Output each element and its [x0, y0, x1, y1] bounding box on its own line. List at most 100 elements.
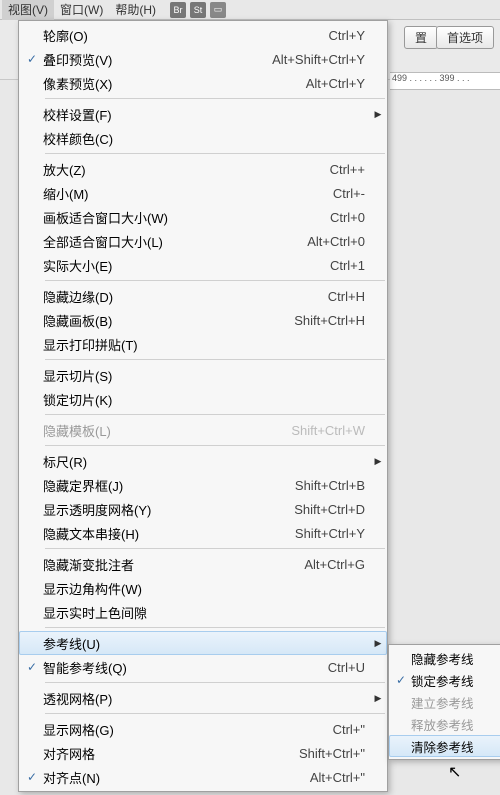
view-menu-item[interactable]: 画板适合窗口大小(W)Ctrl+0: [19, 205, 387, 229]
menubar: 视图(V) 窗口(W) 帮助(H) Br St ▭: [0, 0, 500, 20]
menu-item-label: 隐藏渐变批注者: [43, 555, 304, 574]
menu-item-label: 释放参考线: [411, 715, 485, 734]
view-menu-item[interactable]: ✓叠印预览(V)Alt+Shift+Ctrl+Y: [19, 47, 387, 71]
preferences-button[interactable]: 首选项: [436, 26, 494, 49]
menu-item-label: 显示网格(G): [43, 720, 333, 739]
check-icon: ✓: [21, 770, 43, 784]
menu-item-label: 清除参考线: [411, 737, 485, 756]
submenu-arrow-icon: ▶: [371, 638, 385, 649]
view-menu-item[interactable]: 隐藏渐变批注者Alt+Ctrl+G: [19, 552, 387, 576]
view-menu-item[interactable]: 透视网格(P)▶: [19, 686, 387, 710]
menu-item-label: 隐藏文本串接(H): [43, 524, 295, 543]
view-menu-item[interactable]: 实际大小(E)Ctrl+1: [19, 253, 387, 277]
menu-item-label: 显示边角构件(W): [43, 579, 365, 598]
stock-icon[interactable]: St: [190, 2, 206, 18]
view-menu-item[interactable]: ✓对齐点(N)Alt+Ctrl+": [19, 765, 387, 789]
menu-shortcut: Alt+Ctrl+0: [307, 234, 371, 249]
menu-separator: [45, 153, 385, 154]
view-menu-item[interactable]: 显示网格(G)Ctrl+": [19, 717, 387, 741]
menu-shortcut: Ctrl++: [330, 162, 371, 177]
arrange-icon[interactable]: ▭: [210, 2, 226, 18]
view-menu-item: 隐藏模板(L)Shift+Ctrl+W: [19, 418, 387, 442]
menu-shortcut: Shift+Ctrl+B: [295, 478, 371, 493]
menu-item-label: 建立参考线: [411, 693, 485, 712]
view-menu-item[interactable]: ✓智能参考线(Q)Ctrl+U: [19, 655, 387, 679]
check-icon: ✓: [21, 52, 43, 66]
view-menu-item[interactable]: 全部适合窗口大小(L)Alt+Ctrl+0: [19, 229, 387, 253]
menu-shortcut: Shift+Ctrl+": [299, 746, 371, 761]
menu-item-label: 校样设置(F): [43, 105, 365, 124]
menu-item-label: 对齐点(N): [43, 768, 310, 787]
ruler: 499 . . . . . . 399 . . .: [390, 72, 500, 90]
menu-item-label: 显示透明度网格(Y): [43, 500, 294, 519]
view-menu-item[interactable]: 隐藏定界框(J)Shift+Ctrl+B: [19, 473, 387, 497]
submenu-arrow-icon: ▶: [371, 109, 385, 120]
view-menu-item[interactable]: 隐藏文本串接(H)Shift+Ctrl+Y: [19, 521, 387, 545]
menu-separator: [45, 414, 385, 415]
view-menu-item[interactable]: 标尺(R)▶: [19, 449, 387, 473]
check-icon: ✓: [21, 660, 43, 674]
bridge-icon[interactable]: Br: [170, 2, 186, 18]
view-menu-item[interactable]: 显示实时上色间隙: [19, 600, 387, 624]
view-menu-item[interactable]: 放大(Z)Ctrl++: [19, 157, 387, 181]
menu-shortcut: Alt+Ctrl+": [310, 770, 371, 785]
menu-shortcut: Shift+Ctrl+D: [294, 502, 371, 517]
menubar-help[interactable]: 帮助(H): [109, 0, 162, 20]
view-menu-item[interactable]: 显示打印拼贴(T): [19, 332, 387, 356]
view-menu-item[interactable]: 缩小(M)Ctrl+-: [19, 181, 387, 205]
menu-shortcut: Ctrl+-: [333, 186, 371, 201]
menu-shortcut: Alt+Ctrl+Y: [306, 76, 371, 91]
menu-separator: [45, 280, 385, 281]
menu-separator: [45, 359, 385, 360]
toolbar-icons: Br St ▭: [170, 2, 226, 18]
menu-shortcut: Alt+Ctrl+G: [304, 557, 371, 572]
view-menu-dropdown: 轮廓(O)Ctrl+Y✓叠印预览(V)Alt+Shift+Ctrl+Y像素预览(…: [18, 20, 388, 792]
menu-item-label: 像素预览(X): [43, 74, 306, 93]
menu-item-label: 透视网格(P): [43, 689, 365, 708]
menu-item-label: 隐藏定界框(J): [43, 476, 295, 495]
menu-separator: [45, 627, 385, 628]
menu-shortcut: Alt+Shift+Ctrl+Y: [272, 52, 371, 67]
menu-item-label: 全部适合窗口大小(L): [43, 232, 307, 251]
menu-item-label: 叠印预览(V): [43, 50, 272, 69]
view-menu-item[interactable]: 隐藏边缘(D)Ctrl+H: [19, 284, 387, 308]
view-menu-item[interactable]: 校样颜色(C): [19, 126, 387, 150]
view-menu-item[interactable]: 锁定切片(K): [19, 387, 387, 411]
menubar-view[interactable]: 视图(V): [2, 0, 54, 20]
set-button[interactable]: 置: [404, 26, 438, 49]
menu-separator: [45, 713, 385, 714]
guides-submenu-item[interactable]: 隐藏参考线: [389, 647, 500, 669]
cursor-icon: ↖: [448, 762, 461, 782]
menu-separator: [45, 548, 385, 549]
menu-item-label: 画板适合窗口大小(W): [43, 208, 330, 227]
guides-submenu-item[interactable]: 清除参考线: [389, 735, 500, 757]
menu-item-label: 实际大小(E): [43, 256, 330, 275]
menu-separator: [45, 445, 385, 446]
menu-shortcut: Ctrl+1: [330, 258, 371, 273]
guides-submenu-item: 释放参考线: [389, 713, 500, 735]
menu-shortcut: Ctrl+0: [330, 210, 371, 225]
menu-item-label: 锁定参考线: [411, 671, 485, 690]
menu-shortcut: Ctrl+H: [328, 289, 371, 304]
view-menu-item[interactable]: 对齐网格Shift+Ctrl+": [19, 741, 387, 765]
menu-shortcut: Shift+Ctrl+W: [291, 423, 371, 438]
view-menu-item[interactable]: 校样设置(F) ▶: [19, 102, 387, 126]
menubar-window[interactable]: 窗口(W): [54, 0, 109, 20]
menu-shortcut: Ctrl+": [333, 722, 371, 737]
view-menu-item[interactable]: 隐藏画板(B)Shift+Ctrl+H: [19, 308, 387, 332]
menu-item-label: 显示实时上色间隙: [43, 603, 365, 622]
view-menu-item[interactable]: 参考线(U)▶: [19, 631, 387, 655]
view-menu-item[interactable]: 像素预览(X)Alt+Ctrl+Y: [19, 71, 387, 95]
menu-separator: [45, 98, 385, 99]
menu-item-label: 显示切片(S): [43, 366, 365, 385]
check-icon: ✓: [391, 673, 411, 687]
menu-item-label: 缩小(M): [43, 184, 333, 203]
view-menu-item[interactable]: 显示切片(S): [19, 363, 387, 387]
view-menu-item[interactable]: 显示边角构件(W): [19, 576, 387, 600]
menu-item-label: 隐藏边缘(D): [43, 287, 328, 306]
view-menu-item[interactable]: 轮廓(O)Ctrl+Y: [19, 23, 387, 47]
menu-item-label: 标尺(R): [43, 452, 365, 471]
view-menu-item[interactable]: 显示透明度网格(Y)Shift+Ctrl+D: [19, 497, 387, 521]
guides-submenu-item[interactable]: ✓锁定参考线: [389, 669, 500, 691]
menu-item-label: 锁定切片(K): [43, 390, 365, 409]
